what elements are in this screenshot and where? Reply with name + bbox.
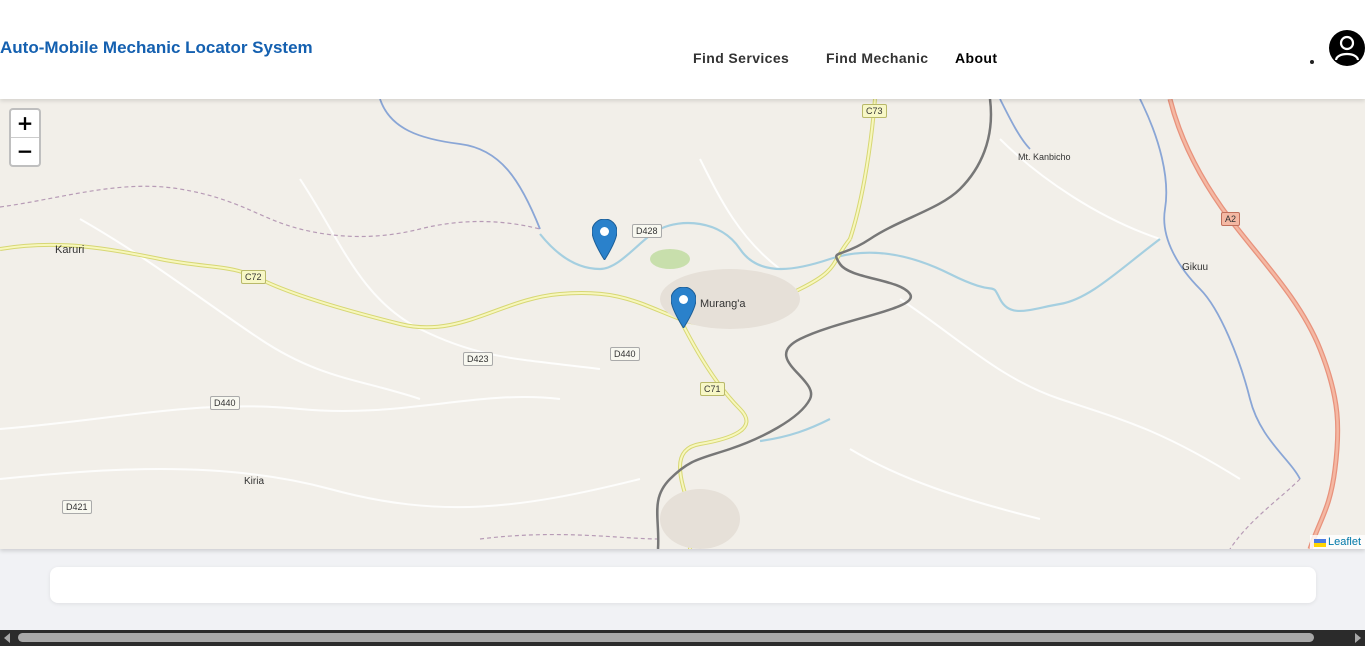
road-shield: D428: [632, 224, 662, 238]
nav-about[interactable]: About: [955, 50, 997, 66]
results-card: [50, 567, 1316, 603]
nav-find-services[interactable]: Find Services: [693, 50, 789, 66]
scroll-right-arrow-icon[interactable]: [1355, 633, 1361, 643]
place-label: Mt. Kanbicho: [1018, 152, 1071, 162]
place-label: Murang'a: [700, 298, 746, 310]
road-shield: D421: [62, 500, 92, 514]
map-view[interactable]: + − Karuri Murang'a Kiria Gikuu Mt. Kanb…: [0, 99, 1365, 549]
user-avatar-icon[interactable]: [1329, 30, 1365, 66]
map-attribution: Leaflet: [1309, 535, 1365, 549]
road-shield: C73: [862, 104, 887, 118]
map-marker-icon[interactable]: [671, 287, 696, 328]
top-navbar: Auto-Mobile Mechanic Locator System Find…: [0, 0, 1365, 99]
dot-indicator: [1310, 60, 1314, 64]
horizontal-scrollbar[interactable]: [0, 630, 1365, 646]
road-shield: D423: [463, 352, 493, 366]
road-shield: D440: [210, 396, 240, 410]
zoom-control: + −: [9, 108, 41, 167]
app-title[interactable]: Auto-Mobile Mechanic Locator System: [0, 38, 313, 58]
zoom-in-button[interactable]: +: [11, 110, 39, 137]
place-label: Karuri: [55, 244, 85, 256]
zoom-out-button[interactable]: −: [11, 137, 39, 165]
road-shield: C72: [241, 270, 266, 284]
scroll-left-arrow-icon[interactable]: [4, 633, 10, 643]
road-shield: D440: [610, 347, 640, 361]
nav-find-mechanic[interactable]: Find Mechanic: [826, 50, 928, 66]
ukraine-flag-icon: [1313, 538, 1326, 548]
road-shield: C71: [700, 382, 725, 396]
leaflet-link[interactable]: Leaflet: [1328, 536, 1361, 548]
place-label: Kiria: [244, 476, 265, 487]
map-marker-icon[interactable]: [592, 219, 617, 260]
scrollbar-thumb[interactable]: [18, 633, 1314, 642]
place-label: Gikuu: [1182, 262, 1209, 273]
road-shield: A2: [1221, 212, 1241, 226]
